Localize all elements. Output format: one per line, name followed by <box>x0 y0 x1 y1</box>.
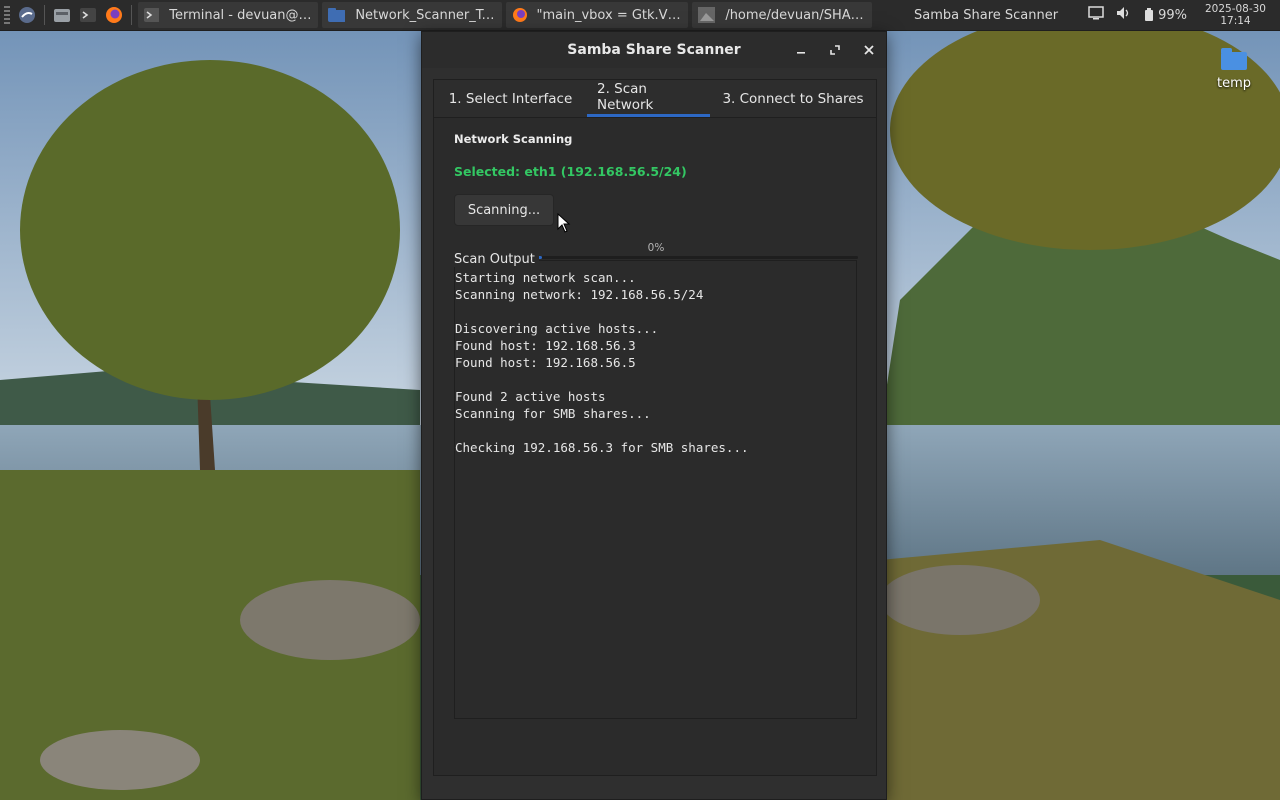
close-icon <box>864 45 874 55</box>
close-button[interactable] <box>860 41 878 59</box>
section-title: Network Scanning <box>454 132 573 146</box>
terminal-launcher-icon[interactable] <box>75 0 101 30</box>
app-window: Samba Share Scanner 1. Select Interface … <box>421 31 887 800</box>
firefox-icon <box>513 8 527 22</box>
task-label: Network_Scanner_To... <box>355 7 496 23</box>
mouse-cursor-icon <box>557 213 571 233</box>
desktop-icon-temp[interactable]: temp <box>1208 48 1260 91</box>
image-viewer-icon <box>698 7 716 23</box>
minimize-button[interactable] <box>792 41 810 59</box>
task-label: "main_vbox = Gtk.VBo... <box>536 7 682 23</box>
task-label: Terminal - devuan@d... <box>169 7 312 23</box>
app-menu-icon[interactable] <box>14 0 40 30</box>
maximize-icon <box>830 45 840 55</box>
scan-output-label: Scan Output <box>454 252 539 267</box>
clock[interactable]: 2025-08-30 17:14 <box>1199 3 1272 27</box>
window-titlebar[interactable]: Samba Share Scanner <box>422 32 886 68</box>
battery-percent: 99% <box>1158 7 1187 23</box>
battery-icon <box>1145 8 1154 21</box>
terminal-icon <box>144 8 160 22</box>
battery-indicator[interactable]: 99% <box>1144 8 1187 23</box>
system-tray: 99% 2025-08-30 17:14 <box>1088 3 1280 27</box>
window-title: Samba Share Scanner <box>567 42 741 58</box>
tab-connect-to-shares[interactable]: 3. Connect to Shares <box>710 80 876 117</box>
desktop-icon-label: temp <box>1216 76 1251 91</box>
scan-network-page: Network Scanning Selected: eth1 (192.168… <box>454 132 858 259</box>
display-icon[interactable] <box>1088 6 1104 24</box>
taskbar-task-firefox[interactable]: "main_vbox = Gtk.VBo... <box>506 2 688 28</box>
taskbar: Terminal - devuan@d... Network_Scanner_T… <box>0 0 1280 31</box>
file-manager-launcher-icon[interactable] <box>49 0 75 30</box>
clock-time: 17:14 <box>1220 15 1251 27</box>
firefox-launcher-icon[interactable] <box>101 0 127 30</box>
tab-notebook: 1. Select Interface 2. Scan Network 3. C… <box>433 79 877 776</box>
maximize-button[interactable] <box>826 41 844 59</box>
tab-bar: 1. Select Interface 2. Scan Network 3. C… <box>434 80 876 118</box>
panel-handle[interactable] <box>4 6 10 24</box>
scan-output-text[interactable]: Starting network scan... Scanning networ… <box>455 261 856 456</box>
taskbar-task-image-viewer[interactable]: /home/devuan/SHAR... <box>692 2 872 28</box>
volume-icon[interactable] <box>1116 6 1132 24</box>
tab-scan-network[interactable]: 2. Scan Network <box>587 80 710 117</box>
minimize-icon <box>797 52 805 54</box>
task-label: /home/devuan/SHAR... <box>725 7 866 23</box>
clock-date: 2025-08-30 <box>1204 3 1266 15</box>
folder-icon <box>328 8 346 22</box>
tab-select-interface[interactable]: 1. Select Interface <box>434 80 587 117</box>
taskbar-task-terminal[interactable]: Terminal - devuan@d... <box>138 2 318 28</box>
active-window-title: Samba Share Scanner <box>914 7 1059 23</box>
scan-button[interactable]: Scanning... <box>454 194 554 226</box>
folder-icon <box>1221 48 1247 70</box>
taskbar-task-file-manager[interactable]: Network_Scanner_To... <box>322 2 502 28</box>
scan-output-frame: Scan Output Starting network scan... Sca… <box>454 252 857 719</box>
selected-interface-label: Selected: eth1 (192.168.56.5/24) <box>454 164 687 179</box>
